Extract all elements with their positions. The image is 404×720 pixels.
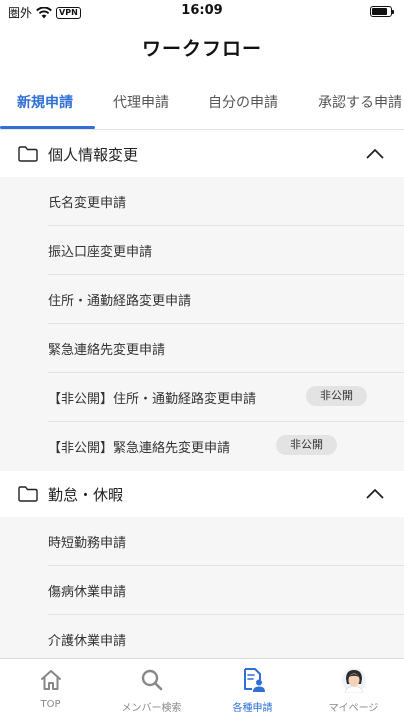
list-item-label: 住所・通勤経路変更申請 <box>48 294 192 309</box>
nav-item-applications[interactable]: 各種申請 <box>202 667 303 714</box>
list-item[interactable]: 【非公開】住所・通勤経路変更申請 非公開 <box>0 373 404 422</box>
nav-label: マイページ <box>328 703 379 714</box>
tab-bar: 新規申請 代理申請 自分の申請 承認する申請 <box>0 88 404 130</box>
section-list-attendance-leave: 時短勤務申請 傷病休業申請 介護休業申請 <box>0 517 404 658</box>
chevron-up-icon[interactable] <box>366 148 384 159</box>
list-item[interactable]: 介護休業申請 <box>0 615 404 664</box>
status-bar: 圏外 VPN 16:09 <box>0 0 404 24</box>
tab-my-applications[interactable]: 自分の申請 <box>208 92 278 112</box>
list-item-label: 時短勤務申請 <box>48 536 127 551</box>
tab-new-application[interactable]: 新規申請 <box>17 92 73 112</box>
application-form-icon <box>243 668 265 692</box>
list-item-label: 【非公開】緊急連絡先変更申請 <box>48 441 231 456</box>
section-header-attendance-leave[interactable]: 勤怠・休暇 <box>0 471 404 517</box>
search-icon <box>141 669 162 691</box>
private-badge: 非公開 <box>276 435 337 455</box>
folder-icon <box>18 486 38 502</box>
list-item-label: 緊急連絡先変更申請 <box>48 343 166 358</box>
chevron-up-icon[interactable] <box>366 488 384 499</box>
nav-item-my-page[interactable]: マイページ <box>303 667 404 714</box>
private-badge: 非公開 <box>306 386 367 406</box>
section-title: 個人情報変更 <box>48 146 139 164</box>
list-item[interactable]: 傷病休業申請 <box>0 566 404 615</box>
list-item-label: 【非公開】住所・通勤経路変更申請 <box>48 392 257 407</box>
tab-indicator <box>0 126 95 129</box>
avatar-icon <box>341 668 366 693</box>
nav-label: TOP <box>40 699 61 710</box>
home-icon <box>40 670 61 690</box>
list-item-label: 氏名変更申請 <box>48 196 127 211</box>
battery-icon <box>370 6 394 17</box>
tab-proxy-application[interactable]: 代理申請 <box>113 92 169 112</box>
list-item[interactable]: 【非公開】緊急連絡先変更申請 非公開 <box>0 422 404 471</box>
list-item-label: 介護休業申請 <box>48 634 127 649</box>
section-title: 勤怠・休暇 <box>48 486 124 504</box>
section-header-personal-info[interactable]: 個人情報変更 <box>0 131 404 177</box>
list-item[interactable]: 時短勤務申請 <box>0 517 404 566</box>
page-title: ワークフロー <box>141 38 262 60</box>
list-item[interactable]: 振込口座変更申請 <box>0 226 404 275</box>
nav-label: メンバー検索 <box>121 703 182 714</box>
list-item-label: 傷病休業申請 <box>48 585 127 600</box>
bottom-navigation: TOP メンバー検索 各種申請 マイページ <box>0 658 404 720</box>
nav-label: 各種申請 <box>232 703 273 714</box>
status-time: 16:09 <box>181 3 223 18</box>
tab-approvals[interactable]: 承認する申請 <box>318 92 402 112</box>
section-list-personal-info: 氏名変更申請 振込口座変更申請 住所・通勤経路変更申請 緊急連絡先変更申請 【非… <box>0 177 404 471</box>
folder-icon <box>18 146 38 162</box>
list-item[interactable]: 緊急連絡先変更申請 <box>0 324 404 373</box>
list-item[interactable]: 氏名変更申請 <box>0 177 404 226</box>
nav-item-top[interactable]: TOP <box>0 667 101 710</box>
nav-item-member-search[interactable]: メンバー検索 <box>101 667 202 714</box>
list-item-label: 振込口座変更申請 <box>48 245 153 260</box>
list-item[interactable]: 住所・通勤経路変更申請 <box>0 275 404 324</box>
